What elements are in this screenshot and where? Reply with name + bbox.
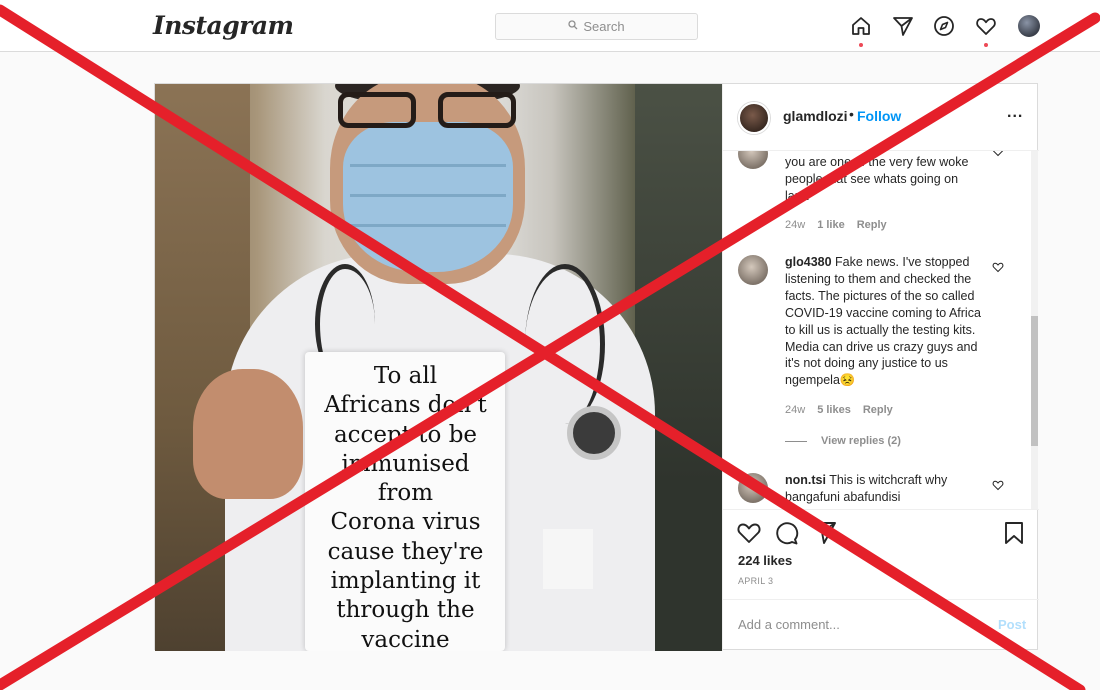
- post-card: To all Africans don't accept to be immun…: [154, 83, 1039, 651]
- comment-text: you are one of the very few woke people …: [785, 155, 969, 203]
- author-avatar[interactable]: [738, 102, 770, 134]
- comment-meta: 24w 5 likes Reply: [785, 404, 893, 416]
- top-navigation-bar: Instagram Search: [0, 0, 1100, 52]
- add-comment-bar: Add a comment... Post: [723, 599, 1039, 651]
- comment-avatar[interactable]: [738, 473, 768, 503]
- more-options-button[interactable]: ...: [1007, 104, 1023, 122]
- post-image[interactable]: To all Africans don't accept to be immun…: [155, 84, 722, 651]
- likes-count[interactable]: 224 likes: [738, 553, 792, 568]
- comment-text: glo4380 Fake news. I've stopped listenin…: [785, 255, 981, 388]
- comment-avatar[interactable]: [738, 151, 768, 169]
- comment-icon[interactable]: [773, 520, 799, 546]
- post-comment-button[interactable]: Post: [998, 617, 1026, 632]
- comment-avatar[interactable]: [738, 255, 768, 285]
- post-actions: 224 likes APRIL 3: [723, 509, 1039, 599]
- author-username[interactable]: glamdlozi: [783, 108, 848, 124]
- search-icon: [568, 20, 578, 33]
- post-date: APRIL 3: [738, 576, 774, 586]
- glasses: [338, 92, 518, 132]
- instagram-logo[interactable]: Instagram: [153, 11, 294, 40]
- comment-like-icon[interactable]: [992, 151, 1004, 160]
- comment-likes[interactable]: 1 like: [817, 219, 845, 231]
- comment-username[interactable]: glo4380: [785, 255, 832, 269]
- home-notification-dot: [859, 43, 863, 47]
- activity-notification-dot: [984, 43, 988, 47]
- direct-icon[interactable]: [891, 14, 915, 38]
- profile-avatar[interactable]: [1018, 15, 1040, 37]
- post-header: glamdlozi • Follow ...: [723, 84, 1039, 151]
- follow-button[interactable]: Follow: [857, 108, 901, 124]
- like-heart-icon[interactable]: [736, 520, 762, 546]
- sign-text: To all Africans don't accept to be immun…: [324, 363, 487, 651]
- comment-input[interactable]: Add a comment...: [738, 617, 840, 632]
- coat-badge: [543, 529, 593, 589]
- reply-button[interactable]: Reply: [857, 219, 887, 231]
- search-input[interactable]: Search: [495, 13, 698, 40]
- explore-icon[interactable]: [932, 14, 956, 38]
- stethoscope: [567, 406, 621, 460]
- separator-dot: •: [849, 106, 854, 122]
- home-icon[interactable]: [849, 14, 873, 38]
- share-icon[interactable]: [811, 520, 837, 546]
- comment-meta: 24w 1 like Reply: [785, 219, 887, 231]
- save-bookmark-icon[interactable]: [1001, 520, 1027, 546]
- activity-heart-icon[interactable]: [974, 14, 998, 38]
- comments-scroll-thumb[interactable]: [1031, 316, 1038, 446]
- comment-time: 24w: [785, 219, 806, 231]
- view-replies-button[interactable]: View replies (2): [785, 435, 901, 447]
- comment-time: 24w: [785, 404, 806, 416]
- comment-likes[interactable]: 5 likes: [817, 404, 851, 416]
- face-mask: [343, 122, 513, 272]
- comment-like-icon[interactable]: [992, 479, 1004, 494]
- post-sidebar: glamdlozi • Follow ... you are one of th…: [722, 84, 1039, 651]
- reply-button[interactable]: Reply: [863, 404, 893, 416]
- comment-like-icon[interactable]: [992, 261, 1004, 276]
- comment-text: non.tsi This is witchcraft why bangafuni…: [785, 473, 948, 504]
- search-placeholder: Search: [583, 19, 625, 34]
- comment-username[interactable]: non.tsi: [785, 473, 826, 487]
- comments-list[interactable]: you are one of the very few woke people …: [723, 151, 1039, 509]
